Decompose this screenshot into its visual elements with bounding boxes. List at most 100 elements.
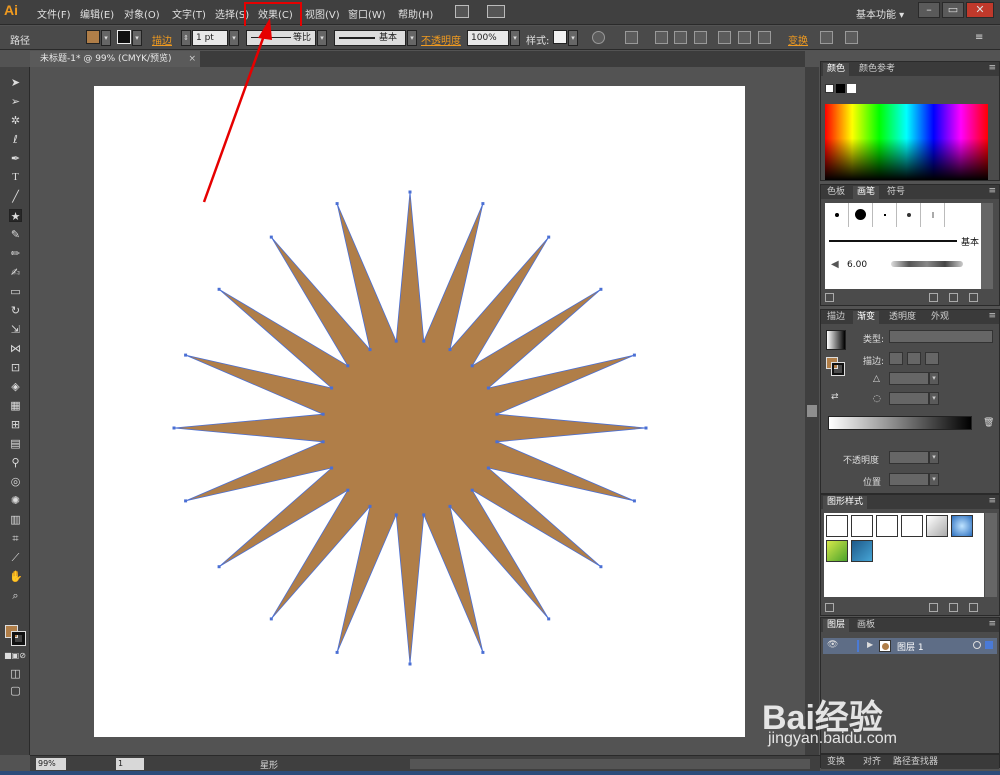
anchor-point[interactable]	[269, 235, 273, 239]
tab-gradient[interactable]: 渐变	[853, 311, 880, 324]
close-button[interactable]: ✕	[966, 2, 994, 18]
menu-item-6[interactable]: 视图(V)	[305, 6, 340, 21]
star-shape[interactable]	[173, 191, 647, 665]
pencil-tool-icon[interactable]: ✏	[9, 247, 22, 260]
anchor-point[interactable]	[486, 386, 490, 390]
anchor-point[interactable]	[172, 426, 176, 430]
expand-layer-icon[interactable]: ▶	[867, 640, 873, 649]
menu-item-3[interactable]: 文字(T)	[172, 6, 206, 21]
anchor-point[interactable]	[335, 650, 339, 654]
anchor-point[interactable]	[481, 202, 485, 206]
profile-dropdown[interactable]: ▾	[317, 30, 327, 46]
color-spectrum[interactable]	[825, 104, 988, 180]
minimize-button[interactable]: –	[918, 2, 940, 18]
line-tool-icon[interactable]: ╱	[9, 190, 22, 203]
workspace-switcher[interactable]: 基本功能 ▾	[856, 6, 904, 21]
graphic-style-swatch[interactable]	[553, 30, 567, 44]
stroke-weight-dropdown[interactable]: ▾	[229, 30, 239, 46]
panel-menu-icon[interactable]: ≡	[988, 311, 996, 321]
opacity-dropdown[interactable]: ▾	[510, 30, 520, 46]
brush-round-large[interactable]	[849, 203, 873, 227]
white-swatch[interactable]	[847, 84, 856, 93]
align-middle-icon[interactable]	[738, 31, 751, 44]
blend-tool-icon[interactable]: ◎	[9, 475, 22, 488]
gradient-angle-dropdown[interactable]: ▾	[929, 372, 939, 385]
hand-tool-icon[interactable]: ✋	[9, 570, 23, 583]
tab-transparency[interactable]: 透明度	[885, 311, 920, 324]
style-green-pattern[interactable]	[826, 540, 848, 562]
brush-definition[interactable]: 基本	[334, 30, 406, 46]
layer-selection-indicator[interactable]	[985, 641, 993, 649]
gradient-stroke-icon[interactable]	[831, 362, 845, 376]
star-tool-icon[interactable]: ★	[9, 209, 22, 223]
brush-options-icon[interactable]	[929, 293, 938, 302]
basic-brush-stroke[interactable]	[829, 240, 957, 242]
symbol-sprayer-tool-icon[interactable]: ✺	[9, 494, 22, 507]
anchor-point[interactable]	[217, 565, 221, 569]
anchor-point[interactable]	[632, 499, 636, 503]
tab-color-guide[interactable]: 颜色参考	[855, 63, 899, 76]
anchor-point[interactable]	[495, 412, 499, 416]
tab-brushes[interactable]: 画笔	[853, 186, 880, 199]
menu-item-1[interactable]: 编辑(E)	[80, 6, 114, 21]
opacity-input[interactable]: 100%	[467, 30, 509, 46]
artboard-number-field[interactable]: 1	[116, 758, 144, 770]
none-swatch[interactable]	[825, 84, 834, 93]
anchor-point[interactable]	[394, 339, 398, 343]
brush-dropdown[interactable]: ▾	[407, 30, 417, 46]
mesh-tool-icon[interactable]: ⊞	[9, 418, 22, 431]
gradient-opacity-dropdown[interactable]: ▾	[929, 451, 939, 464]
stroke-weight-stepper[interactable]: ⇕	[181, 30, 191, 46]
align-center-icon[interactable]	[674, 31, 687, 44]
anchor-point[interactable]	[184, 353, 188, 357]
vertical-scrollbar-thumb[interactable]	[807, 405, 817, 417]
anchor-point[interactable]	[408, 190, 412, 194]
arrange-documents-icon[interactable]	[487, 5, 505, 18]
tab-appearance[interactable]: 外观	[927, 311, 953, 324]
gradient-preview[interactable]	[826, 330, 846, 350]
menu-item-2[interactable]: 对象(O)	[124, 6, 160, 21]
stroke-weight-input[interactable]: 1 pt	[192, 30, 228, 46]
anchor-point[interactable]	[269, 617, 273, 621]
perspective-grid-tool-icon[interactable]: ▦	[9, 399, 22, 412]
direct-selection-tool-icon[interactable]: ➢	[9, 95, 22, 108]
anchor-point[interactable]	[470, 364, 474, 368]
gradient-position-input[interactable]	[889, 473, 929, 486]
blob-brush-tool-icon[interactable]: ✍	[9, 266, 22, 279]
brush-list[interactable]: 基本 ◀ 6.00	[825, 203, 985, 289]
anchor-point[interactable]	[368, 504, 372, 508]
tab-layers[interactable]: 图层	[823, 619, 850, 632]
gradient-aspect-dropdown[interactable]: ▾	[929, 392, 939, 405]
layer-name[interactable]: 图层 1	[897, 640, 924, 653]
vertical-scrollbar[interactable]	[805, 67, 819, 755]
gradient-opacity-input[interactable]	[889, 451, 929, 464]
maximize-button[interactable]: ▭	[942, 2, 964, 18]
gradient-tool-icon[interactable]: ▤	[9, 437, 22, 450]
align-right-icon[interactable]	[694, 31, 707, 44]
panel-menu-icon[interactable]: ≡	[988, 496, 996, 506]
recolor-artwork-icon[interactable]	[592, 31, 605, 44]
visibility-eye-icon[interactable]: 👁	[827, 640, 838, 650]
column-graph-tool-icon[interactable]: ▥	[9, 513, 22, 526]
fill-dropdown[interactable]: ▾	[101, 30, 111, 46]
anchor-point[interactable]	[422, 339, 426, 343]
horizontal-scrollbar[interactable]	[410, 759, 810, 769]
brush-list-scrollbar[interactable]	[981, 203, 993, 289]
selection-tool-icon[interactable]: ➤	[9, 76, 22, 89]
stroke-option-2[interactable]	[907, 352, 921, 365]
anchor-point[interactable]	[330, 386, 334, 390]
layer-target-icon[interactable]	[973, 641, 981, 649]
stroke-option-1[interactable]	[889, 352, 903, 365]
layer-row[interactable]: 👁 ▶ 图层 1	[823, 638, 997, 654]
gradient-aspect-input[interactable]	[889, 392, 929, 405]
zoom-tool-icon[interactable]: ⌕	[9, 589, 22, 602]
tab-graphic-styles[interactable]: 图形样式	[823, 496, 868, 509]
pen-tool-icon[interactable]: ✒	[9, 152, 22, 165]
delete-stop-icon[interactable]: 🗑	[983, 418, 994, 428]
anchor-point[interactable]	[448, 348, 452, 352]
anchor-point[interactable]	[599, 287, 603, 291]
black-swatch[interactable]	[836, 84, 845, 93]
eyedropper-tool-icon[interactable]: ⚲	[9, 456, 22, 469]
anchor-point[interactable]	[422, 513, 426, 517]
charcoal-brush-stroke[interactable]	[891, 261, 963, 267]
